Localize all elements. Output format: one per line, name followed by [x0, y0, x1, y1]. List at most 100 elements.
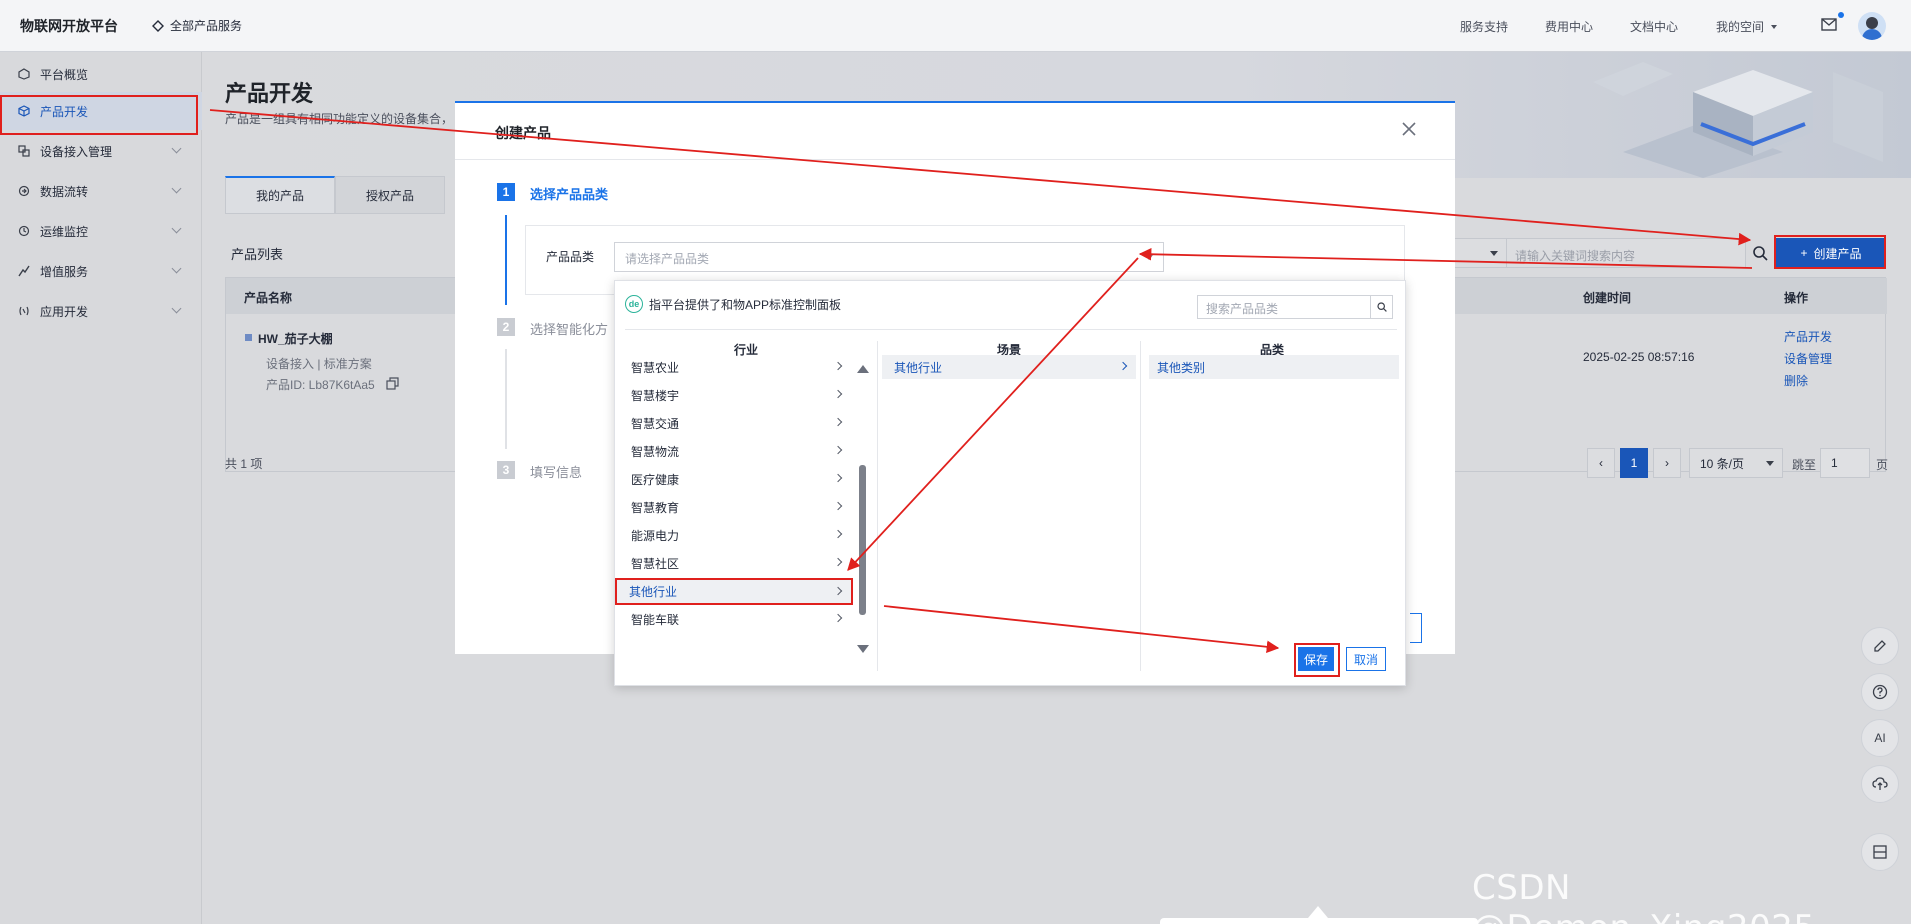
sidebar-item-label: 平台概览 [40, 67, 89, 82]
close-icon[interactable] [1399, 119, 1419, 139]
tab-my-products[interactable]: 我的产品 [225, 176, 335, 214]
search-icon [1376, 302, 1387, 312]
upload-button[interactable] [1861, 765, 1899, 803]
option-label: 智慧教育 [631, 500, 680, 515]
product-id: 产品ID: Lb87K6tAa5 [266, 378, 375, 392]
save-button[interactable]: 保存 [1298, 647, 1334, 671]
app-panel-badge-icon: de [625, 295, 643, 313]
sidebar-item-label: 应用开发 [40, 304, 89, 319]
mail-icon[interactable] [1821, 18, 1837, 31]
sidebar-item-device-access[interactable]: 设备接入管理 [0, 132, 202, 170]
step-1-number: 1 [497, 183, 515, 201]
feedback-edit-button[interactable] [1861, 627, 1899, 665]
industry-option-selected[interactable]: 其他行业 [615, 578, 853, 605]
action-delete[interactable]: 删除 [1784, 372, 1808, 389]
list-item[interactable]: 智慧物流 [615, 439, 851, 463]
step-2-line [505, 349, 507, 449]
list-item[interactable]: 医疗健康 [615, 467, 851, 491]
watermark: CSDN @Demon_Xing2025 [1472, 868, 1815, 924]
option-label: 能源电力 [631, 528, 680, 543]
collapse-panel-button[interactable] [1861, 833, 1899, 871]
total-count: 共 1 项 [225, 457, 263, 471]
upload-icon [1872, 777, 1888, 790]
category-select[interactable]: 请选择产品品类 [614, 242, 1164, 272]
scene-column: 场景 其他行业 [878, 341, 1140, 671]
chevron-right-icon [833, 501, 843, 511]
action-device-manage[interactable]: 设备管理 [1784, 350, 1832, 367]
chevron-down-icon [171, 183, 182, 194]
product-tabs: 我的产品 授权产品 [225, 176, 445, 214]
user-avatar[interactable] [1858, 12, 1886, 40]
list-item[interactable]: 智慧交通 [615, 411, 851, 435]
chevron-down-icon [171, 263, 182, 274]
scroll-up-arrow-icon[interactable] [857, 365, 869, 373]
category-placeholder: 请选择产品品类 [625, 252, 710, 266]
step-3-label: 填写信息 [530, 465, 583, 480]
page-number-current[interactable]: 1 [1620, 448, 1648, 478]
option-label: 智慧楼宇 [631, 388, 680, 403]
search-icon[interactable] [1752, 245, 1768, 261]
action-product-dev[interactable]: 产品开发 [1784, 328, 1832, 345]
category-search-input[interactable]: 搜索产品品类 [1197, 295, 1393, 319]
list-item[interactable]: 智慧楼宇 [615, 383, 851, 407]
chevron-down-icon [171, 303, 182, 314]
product-search-input[interactable]: 请输入关键词搜索内容 [1506, 238, 1746, 268]
page-description: 产品是一组具有相同功能定义的设备集合， [225, 112, 454, 126]
sidebar-item-value-added[interactable]: 增值服务 [0, 252, 202, 290]
tab-authorized-products[interactable]: 授权产品 [335, 176, 445, 214]
copy-icon[interactable] [386, 377, 399, 390]
scroll-down-arrow-icon[interactable] [857, 645, 869, 653]
next-page-button[interactable]: › [1653, 448, 1681, 478]
list-item[interactable]: 能源电力 [615, 523, 851, 547]
list-item[interactable]: 智慧社区 [615, 551, 851, 575]
page-size-value: 10 条/页 [1700, 456, 1745, 471]
product-created-time: 2025-02-25 08:57:16 [1583, 350, 1695, 364]
jump-page-input[interactable]: 1 [1820, 448, 1870, 478]
category-search-button[interactable] [1370, 296, 1392, 318]
edit-icon [1874, 640, 1886, 652]
industry-scrollbar[interactable] [857, 365, 869, 653]
nav-service-support[interactable]: 服务支持 [1460, 18, 1508, 35]
cancel-button[interactable]: 取消 [1346, 647, 1386, 671]
dialog-title: 创建产品 [495, 125, 551, 141]
step-1-label: 选择产品品类 [530, 187, 609, 202]
value-icon [18, 265, 30, 277]
list-item[interactable]: 智慧农业 [615, 355, 851, 379]
sidebar-item-overview[interactable]: 平台概览 [0, 55, 202, 93]
page-title: 产品开发 [225, 81, 314, 106]
collapse-icon [1873, 845, 1887, 859]
ai-assistant-button[interactable]: AI [1861, 719, 1899, 757]
nav-my-space[interactable]: 我的空间 [1716, 18, 1778, 35]
chevron-right-icon [833, 389, 843, 399]
platform-brand[interactable]: 物联网开放平台 [20, 16, 118, 36]
list-item[interactable]: 智能车联 [615, 607, 851, 631]
jump-label: 跳至 [1792, 458, 1817, 472]
sidebar-item-data-flow[interactable]: 数据流转 [0, 172, 202, 210]
product-type: 设备接入 | 标准方案 [266, 357, 372, 371]
nav-docs[interactable]: 文档中心 [1630, 18, 1678, 35]
prev-page-button[interactable]: ‹ [1587, 448, 1615, 478]
monitor-icon [18, 225, 30, 237]
chevron-right-icon: › [1665, 456, 1669, 470]
product-icon [245, 334, 252, 341]
list-item[interactable]: 智慧教育 [615, 495, 851, 519]
header-created-time: 创建时间 [1583, 291, 1632, 305]
chevron-right-icon [833, 529, 843, 539]
caret-up-icon [1145, 255, 1153, 260]
dataflow-icon [18, 185, 30, 197]
nav-billing[interactable]: 费用中心 [1545, 18, 1593, 35]
sidebar-item-app-dev[interactable]: 应用开发 [0, 292, 202, 330]
product-name[interactable]: HW_茄子大棚 [258, 330, 333, 347]
scene-option-selected[interactable]: 其他行业 [882, 355, 1136, 379]
sidebar-item-label: 数据流转 [40, 184, 89, 199]
category-option[interactable]: 其他类别 [1149, 355, 1399, 379]
sidebar-item-ops-monitor[interactable]: 运维监控 [0, 212, 202, 250]
top-navigation-bar: 物联网开放平台 全部产品服务 服务支持 费用中心 文档中心 我的空间 [0, 0, 1911, 52]
page-size-select[interactable]: 10 条/页 [1689, 448, 1783, 478]
chevron-right-icon [833, 361, 843, 371]
chevron-down-icon [171, 143, 182, 154]
sidebar-item-label: 设备接入管理 [40, 144, 113, 159]
scroll-thumb[interactable] [859, 465, 866, 615]
all-products-menu[interactable]: 全部产品服务 [152, 17, 242, 34]
help-button[interactable] [1861, 673, 1899, 711]
